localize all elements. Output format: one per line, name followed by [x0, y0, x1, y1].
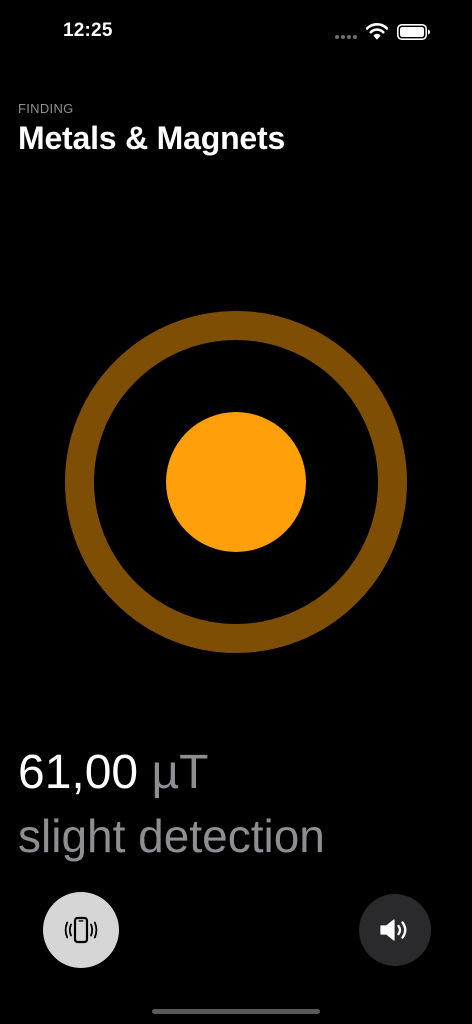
detector-core	[166, 412, 306, 552]
sound-toggle-button[interactable]	[359, 894, 431, 966]
vibrate-toggle-button[interactable]	[43, 892, 119, 968]
battery-icon	[397, 24, 430, 40]
page-title: Metals & Magnets	[18, 120, 286, 156]
home-indicator[interactable]	[152, 1009, 320, 1014]
phone-vibrate-icon	[64, 916, 98, 944]
cellular-icon	[335, 35, 357, 39]
wifi-icon	[366, 23, 388, 40]
detection-status: slight detection	[18, 810, 325, 862]
status-bar: 12:25	[0, 0, 472, 60]
reading-unit: µT	[151, 746, 209, 799]
detector-indicator	[65, 311, 407, 653]
field-reading: 61,00 µT	[18, 745, 208, 801]
speaker-icon	[380, 919, 407, 941]
status-time: 12:25	[63, 20, 113, 41]
section-eyebrow: FINDING	[18, 101, 74, 116]
reading-value: 61,00	[18, 746, 139, 799]
